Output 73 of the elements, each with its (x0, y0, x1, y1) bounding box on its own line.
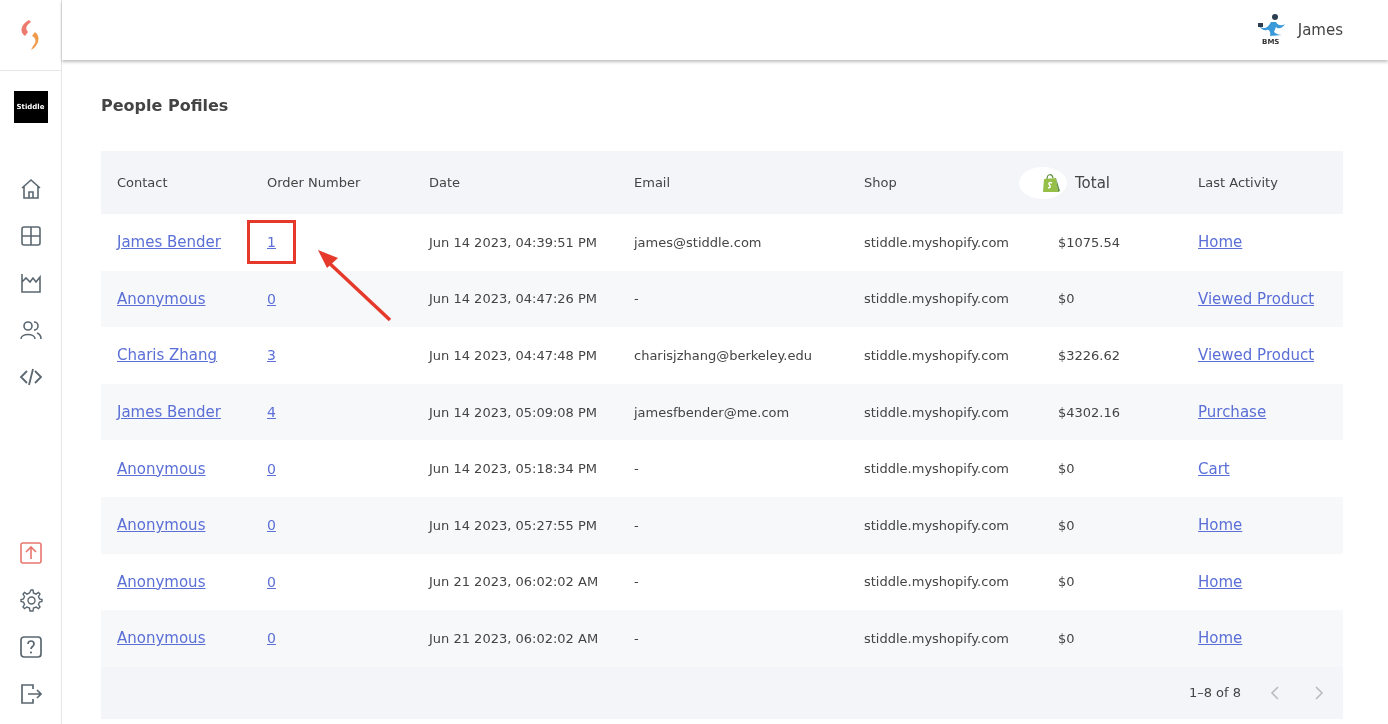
shop-cell: stiddle.myshopify.com (864, 234, 1009, 250)
contact-link[interactable]: Anonymous (117, 516, 206, 535)
shopping-bag-icon (1042, 172, 1060, 193)
activity-link[interactable]: Home (1198, 233, 1243, 252)
shop-cell: stiddle.myshopify.com (864, 348, 1009, 363)
email-cell: - (634, 630, 639, 646)
shop-cell: stiddle.myshopify.com (864, 574, 1009, 590)
contact-link[interactable]: James Bender (117, 233, 221, 252)
column-header: Last Activity (1197, 175, 1278, 190)
total-cell: $1075.54 (1058, 234, 1121, 250)
runner-logo-icon (1255, 14, 1286, 38)
shop-cell: stiddle.myshopify.com (864, 630, 1009, 646)
order-link[interactable]: 0 (267, 566, 276, 597)
total-cell: $0 (1058, 517, 1075, 533)
activity-link[interactable]: Home (1198, 572, 1243, 591)
order-link[interactable]: 1 (249, 222, 294, 263)
email-cell: james@stiddle.com (634, 234, 762, 250)
user-name[interactable]: James (1297, 21, 1343, 39)
contact-link[interactable]: Anonymous (117, 629, 206, 648)
total-cell: $0 (1058, 574, 1075, 590)
order-link[interactable]: 0 (267, 510, 276, 541)
date-cell: Jun 14 2023, 04:39:51 PM (429, 234, 598, 250)
activity-link[interactable]: Home (1198, 629, 1243, 648)
upload-icon[interactable] (18, 541, 43, 565)
date-cell: Jun 14 2023, 04:47:48 PM (429, 348, 598, 363)
logout-icon[interactable] (18, 682, 43, 706)
column-header: Date (428, 175, 461, 190)
pagination-range: 1–8 of 8 (1188, 685, 1241, 701)
order-link[interactable]: 0 (267, 283, 276, 314)
column-header: Shop (863, 175, 897, 190)
email-cell: - (634, 291, 639, 307)
order-link[interactable]: 3 (267, 340, 276, 371)
date-cell: Jun 21 2023, 06:02:02 AM (429, 574, 599, 590)
total-cell: $0 (1058, 461, 1075, 477)
column-header: Order Number (266, 175, 361, 190)
chart-icon[interactable] (18, 271, 43, 295)
contact-link[interactable]: Anonymous (117, 572, 206, 591)
contact-link[interactable]: Anonymous (117, 459, 206, 478)
total-cell: $4302.16 (1058, 404, 1121, 420)
date-cell: Jun 14 2023, 05:18:34 PM (429, 461, 598, 477)
shop-cell: stiddle.myshopify.com (864, 291, 1009, 307)
order-link[interactable]: 4 (267, 397, 276, 428)
date-cell: Jun 14 2023, 05:27:55 PM (429, 517, 598, 533)
contact-link[interactable]: Charis Zhang (117, 346, 218, 365)
column-header: Total (1075, 173, 1111, 192)
total-cell: $3226.62 (1058, 348, 1121, 363)
help-icon[interactable] (18, 635, 43, 659)
date-cell: Jun 14 2023, 04:47:26 PM (429, 291, 598, 307)
activity-link[interactable]: Cart (1198, 459, 1230, 478)
grid-icon[interactable] (18, 224, 43, 248)
shop-cell: stiddle.myshopify.com (864, 404, 1009, 420)
total-cell: $0 (1058, 291, 1075, 307)
email-cell: charisjzhang@berkeley.edu (634, 348, 812, 363)
email-cell: - (634, 574, 639, 590)
column-header: Contact (116, 175, 168, 190)
contact-link[interactable]: Anonymous (117, 289, 206, 308)
people-icon[interactable] (18, 318, 43, 342)
column-header: Email (633, 175, 671, 190)
email-cell: jamesfbender@me.com (634, 404, 790, 420)
shop-cell: stiddle.myshopify.com (864, 461, 1009, 477)
date-cell: Jun 21 2023, 06:02:02 AM (429, 630, 599, 646)
order-link[interactable]: 0 (267, 453, 276, 484)
activity-link[interactable]: Purchase (1198, 403, 1267, 422)
page-title: People Pofiles (101, 96, 230, 115)
order-link[interactable]: 0 (267, 623, 276, 654)
activity-link[interactable]: Viewed Product (1198, 346, 1315, 365)
total-cell: $0 (1058, 630, 1075, 646)
date-cell: Jun 14 2023, 05:09:08 PM (429, 404, 598, 420)
email-cell: - (634, 517, 639, 533)
email-cell: - (634, 461, 639, 477)
settings-icon[interactable] (18, 588, 43, 612)
activity-link[interactable]: Home (1198, 516, 1243, 535)
shop-cell: stiddle.myshopify.com (864, 517, 1009, 533)
